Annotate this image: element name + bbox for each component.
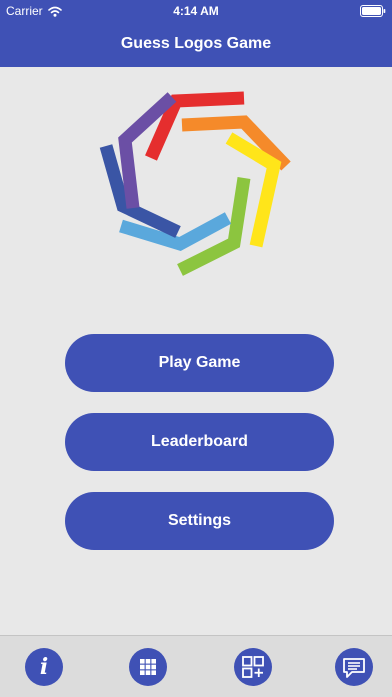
info-button[interactable]: i [25,648,63,686]
navigation-bar: Guess Logos Game [0,22,392,67]
info-icon: i [39,654,49,680]
heptagon-spectrum-logo [99,91,291,276]
status-bar: Carrier 4:14 AM [0,0,392,22]
add-grid-button[interactable] [234,648,272,686]
grid-button[interactable] [129,648,167,686]
status-time: 4:14 AM [173,4,219,18]
play-game-button[interactable]: Play Game [65,334,334,392]
logo-segment-indigo [99,144,181,238]
settings-button[interactable]: Settings [65,492,334,550]
bottom-tab-bar: i [0,635,392,697]
leaderboard-button[interactable]: Leaderboard [65,413,334,471]
add-grid-icon [242,656,264,678]
chat-button[interactable] [335,648,373,686]
battery-icon [360,5,386,17]
grid-icon [140,659,156,675]
page-title: Guess Logos Game [120,35,272,52]
chat-icon [343,658,365,678]
